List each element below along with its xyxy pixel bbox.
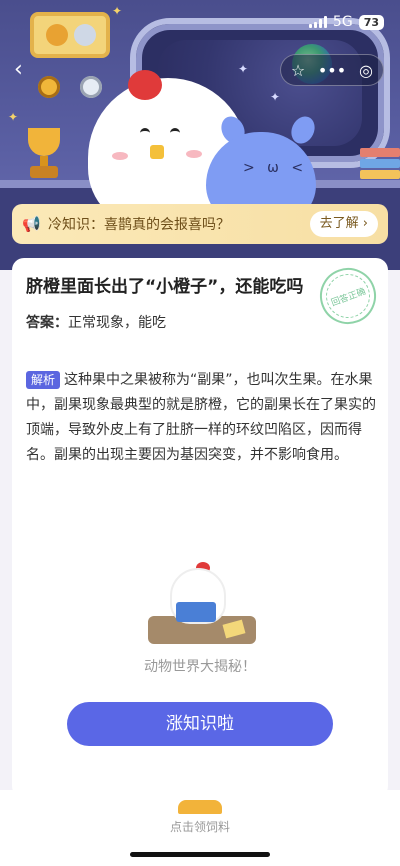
sparkle-icon: ✦ [112, 4, 123, 18]
star-outline-icon: ☆ [290, 60, 306, 80]
answer-card: 脐橙里面长出了“小橙子”，还能吃吗 回答正确 答案：正常现象，能吃 解析 这种果中… [12, 258, 388, 798]
close-button[interactable]: ◎ [349, 61, 383, 80]
gold-medal-icon [38, 76, 60, 98]
reading-chicken-illustration [142, 560, 262, 650]
analysis-text: 这种果中之果被称为“副果”，也叫次生果。在水果中，副果现象最典型的就是脐橙，它的… [26, 372, 376, 463]
illustration-caption: 动物世界大揭秘！ [144, 659, 256, 675]
answer-value: 正常现象，能吃 [68, 315, 166, 331]
favorite-button[interactable]: ☆ [281, 61, 315, 80]
claim-feed-label: 点击领饲料 [169, 820, 230, 834]
signal-icon [308, 16, 327, 28]
tip-text: 冷知识：喜鹊真的会报喜吗？ [48, 217, 230, 233]
analysis-block: 解析 这种果中之果被称为“副果”，也叫次生果。在水果中，副果现象最典型的就是脐橙，… [26, 368, 376, 468]
correct-stamp-icon: 回答正确 [312, 260, 384, 332]
gain-knowledge-button[interactable]: 涨知识啦 [67, 702, 333, 746]
gold-badge-icon [46, 24, 68, 46]
sparkle-icon: ✦ [238, 62, 249, 76]
megaphone-icon: 📢 [22, 215, 41, 233]
learn-more-button[interactable]: 去了解 › [309, 211, 378, 237]
chicken-eye [140, 128, 150, 138]
network-label: 5G [332, 14, 353, 30]
chicken-blush [186, 150, 202, 158]
stamp-text: 回答正确 [319, 267, 377, 325]
silver-medal-icon [80, 76, 102, 98]
target-circle-icon: ◎ [359, 60, 373, 80]
feed-bowl-icon [178, 800, 222, 814]
back-button[interactable]: ‹ [14, 58, 38, 82]
trivia-tip-bar[interactable]: 📢 冷知识：喜鹊真的会报喜吗？ 去了解 › [12, 204, 388, 244]
sparkle-icon: ✦ [8, 110, 19, 124]
more-button[interactable]: ••• [315, 61, 349, 80]
question-title: 脐橙里面长出了“小橙子”，还能吃吗 [26, 277, 304, 297]
silver-badge-icon [74, 24, 96, 46]
chicken-comb [128, 70, 162, 100]
analysis-tag: 解析 [26, 371, 61, 389]
sparkle-icon: ✦ [270, 90, 281, 104]
status-bar: 5G 73 [308, 14, 384, 30]
book-icon [176, 602, 216, 622]
books-icon [360, 146, 400, 180]
home-indicator [130, 852, 270, 857]
dragon-face: > ω < [243, 160, 308, 176]
badge-board [30, 12, 110, 58]
mini-program-capsule: ☆ ••• ◎ [280, 54, 384, 86]
trophy-icon [22, 128, 66, 180]
chicken-blush [112, 152, 128, 160]
chevron-left-icon: ‹ [14, 57, 23, 82]
chicken-eye [170, 128, 180, 138]
answer-label: 答案： [26, 315, 68, 331]
battery-icon: 73 [358, 14, 384, 30]
chicken-beak [150, 145, 164, 159]
more-dots-icon: ••• [317, 60, 347, 80]
answer-line: 答案：正常现象，能吃 [26, 312, 166, 332]
